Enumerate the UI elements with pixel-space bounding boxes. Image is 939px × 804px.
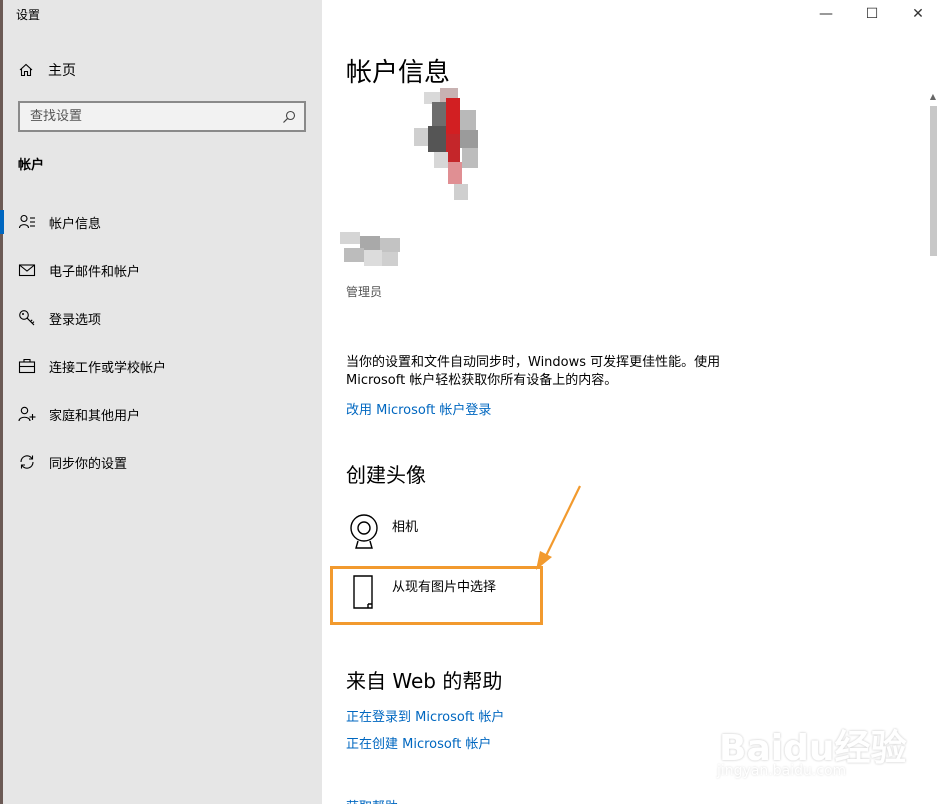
annotation-arrow <box>536 485 581 570</box>
sidebar-item-label: 电子邮件和帐户 <box>49 264 141 280</box>
sidebar: 设置 主页 帐户 帐户信息 <box>0 0 322 804</box>
key-icon <box>18 309 36 327</box>
webcam-icon <box>350 514 378 549</box>
create-avatar-heading: 创建头像 <box>346 463 426 487</box>
minimize-button[interactable]: — <box>803 0 849 28</box>
section-title: 帐户 <box>18 158 45 173</box>
sidebar-item-sync-settings[interactable]: 同步你的设置 <box>0 438 322 486</box>
sidebar-item-label: 帐户信息 <box>49 216 102 232</box>
scroll-thumb[interactable] <box>930 106 937 256</box>
home-button[interactable]: 主页 <box>18 58 76 82</box>
sidebar-item-label: 登录选项 <box>49 312 102 328</box>
sidebar-item-email-accounts[interactable]: 电子邮件和帐户 <box>0 246 322 294</box>
close-button[interactable]: ✕ <box>895 0 939 28</box>
camera-label: 相机 <box>392 520 419 535</box>
sidebar-nav: 帐户信息 电子邮件和帐户 登录选项 连接工作或学校帐户 家庭和其他用户 同步你的… <box>0 198 322 486</box>
account-username-blurred <box>340 232 402 276</box>
sidebar-item-sign-in-options[interactable]: 登录选项 <box>0 294 322 342</box>
sidebar-item-label: 同步你的设置 <box>49 456 128 472</box>
search-box[interactable] <box>18 101 306 132</box>
help-link-create[interactable]: 正在创建 Microsoft 帐户 <box>346 733 491 752</box>
sidebar-item-label: 连接工作或学校帐户 <box>49 360 167 376</box>
camera-option[interactable]: 相机 <box>346 510 418 558</box>
search-icon[interactable] <box>282 110 296 124</box>
mail-icon <box>18 261 36 279</box>
sidebar-item-account-info[interactable]: 帐户信息 <box>0 198 322 246</box>
home-icon <box>19 63 33 77</box>
sidebar-item-family-users[interactable]: 家庭和其他用户 <box>0 390 322 438</box>
content-pane: — ☐ ✕ ▲ 帐户信息 管理员 当你的设置和文件自动同步时，Windows 可… <box>322 0 939 804</box>
highlight-box <box>330 566 543 625</box>
get-help-link[interactable]: 获取帮助 <box>346 796 398 804</box>
person-card-icon <box>18 213 36 231</box>
sidebar-item-work-school[interactable]: 连接工作或学校帐户 <box>0 342 322 390</box>
web-help-heading: 来自 Web 的帮助 <box>346 669 503 693</box>
sidebar-item-label: 家庭和其他用户 <box>49 408 141 424</box>
scroll-up-icon[interactable]: ▲ <box>928 92 938 104</box>
briefcase-icon <box>18 357 36 375</box>
home-label: 主页 <box>48 63 76 79</box>
ms-account-signin-link[interactable]: 改用 Microsoft 帐户登录 <box>346 399 491 418</box>
sync-icon <box>18 453 36 471</box>
help-link-signin[interactable]: 正在登录到 Microsoft 帐户 <box>346 706 504 725</box>
vertical-scrollbar[interactable]: ▲ <box>926 92 939 804</box>
sync-description: 当你的设置和文件自动同步时，Windows 可发挥更佳性能。使用 Microso… <box>346 355 721 388</box>
account-role: 管理员 <box>346 285 383 299</box>
add-person-icon <box>18 405 36 423</box>
page-title: 帐户信息 <box>346 58 451 88</box>
account-avatar <box>410 88 482 200</box>
search-input[interactable] <box>30 109 282 124</box>
app-title: 设置 <box>16 8 41 22</box>
maximize-button[interactable]: ☐ <box>849 0 895 28</box>
